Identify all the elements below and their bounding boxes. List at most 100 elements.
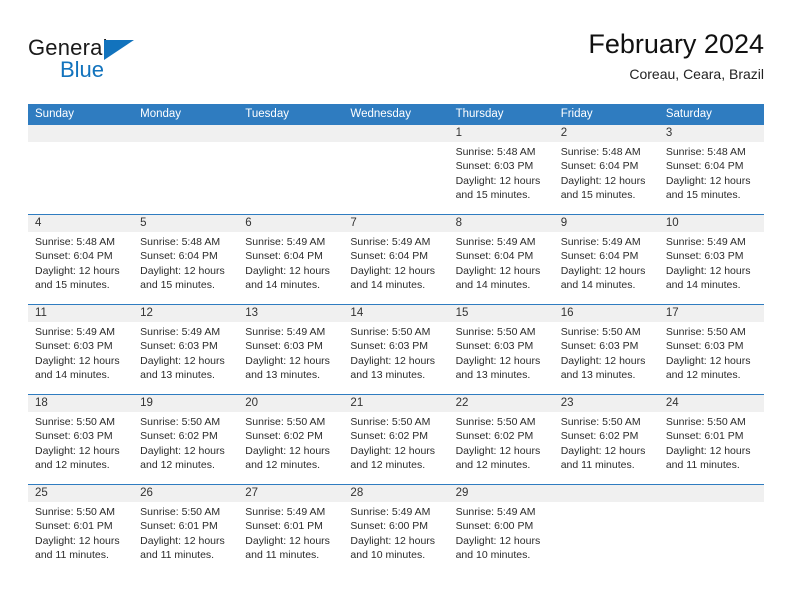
sunset-time: Sunset: 6:03 PM: [455, 160, 534, 173]
day-number: 15: [448, 305, 554, 322]
calendar-day-cell[interactable]: 15 Sunrise: 5:50 AM Sunset: 6:03 PM Dayligh…: [448, 305, 554, 394]
sunset-time: Sunset: 6:04 PM: [455, 250, 534, 263]
daylight-duration-line2: and 10 minutes.: [350, 548, 426, 561]
calendar-day-cell[interactable]: 20 Sunrise: 5:50 AM Sunset: 6:02 PM Dayligh…: [238, 395, 344, 484]
day-number: 27: [238, 485, 344, 502]
daylight-duration-line2: and 12 minutes.: [140, 458, 215, 471]
sunrise-time: Sunrise: 5:50 AM: [665, 326, 746, 338]
calendar-day-cell[interactable]: 8 Sunrise: 5:49 AM Sunset: 6:04 PM Daylight…: [448, 215, 554, 304]
calendar-day-cell[interactable]: 18 Sunrise: 5:50 AM Sunset: 6:03 PM Dayligh…: [28, 395, 134, 484]
calendar-day-cell[interactable]: 14 Sunrise: 5:50 AM Sunset: 6:03 PM Dayligh…: [343, 305, 449, 394]
daylight-duration-line1: Daylight: 12 hours: [245, 534, 330, 547]
page-title: February 2024: [588, 29, 764, 59]
daylight-duration-line1: Daylight: 12 hours: [140, 264, 225, 277]
day-number: 29: [448, 485, 554, 502]
day-number: [133, 125, 239, 142]
calendar-day-cell[interactable]: 16 Sunrise: 5:50 AM Sunset: 6:03 PM Dayligh…: [553, 305, 659, 394]
calendar-day-cell[interactable]: 11 Sunrise: 5:49 AM Sunset: 6:03 PM Dayligh…: [28, 305, 134, 394]
calendar-day-cell[interactable]: 25 Sunrise: 5:50 AM Sunset: 6:01 PM Dayligh…: [28, 485, 134, 574]
daylight-duration-line2: and 14 minutes.: [665, 278, 741, 291]
day-number: 4: [28, 215, 134, 232]
sunset-time: Sunset: 6:04 PM: [665, 160, 744, 173]
sunset-time: Sunset: 6:01 PM: [245, 520, 323, 533]
daylight-duration-line1: Daylight: 12 hours: [350, 444, 436, 457]
sunset-time: Sunset: 6:03 PM: [245, 340, 323, 353]
daylight-duration-line2: and 13 minutes.: [560, 368, 636, 381]
calendar-day-cell[interactable]: 13 Sunrise: 5:49 AM Sunset: 6:03 PM Dayligh…: [238, 305, 344, 394]
daylight-duration-line1: Daylight: 12 hours: [665, 444, 751, 457]
weekday-header-wednesday: Wednesday: [350, 108, 411, 120]
calendar-week-row: 1 Sunrise: 5:48 AM Sunset: 6:03 PM Daylight…: [28, 125, 764, 214]
day-number: [343, 125, 449, 142]
day-number: 28: [343, 485, 449, 502]
day-sun-info: Sunrise: 5:49 AM Sunset: 6:03 PM Daylight:…: [238, 322, 343, 382]
sunset-time: Sunset: 6:02 PM: [140, 430, 218, 443]
day-sun-info: Sunrise: 5:50 AM Sunset: 6:03 PM Daylight:…: [343, 322, 448, 382]
day-number: 23: [553, 395, 659, 412]
calendar-day-cell[interactable]: 24 Sunrise: 5:50 AM Sunset: 6:01 PM Dayligh…: [658, 395, 764, 484]
calendar-day-cell[interactable]: 4 Sunrise: 5:48 AM Sunset: 6:04 PM Daylight…: [28, 215, 134, 304]
day-sun-info: Sunrise: 5:50 AM Sunset: 6:03 PM Daylight:…: [554, 322, 659, 382]
sunset-time: Sunset: 6:00 PM: [350, 520, 429, 533]
calendar-day-cell[interactable]: 12 Sunrise: 5:49 AM Sunset: 6:03 PM Dayligh…: [133, 305, 239, 394]
calendar-day-cell[interactable]: 22 Sunrise: 5:50 AM Sunset: 6:02 PM Dayligh…: [448, 395, 554, 484]
sunrise-time: Sunrise: 5:48 AM: [140, 236, 221, 248]
calendar-day-cell[interactable]: 5 Sunrise: 5:48 AM Sunset: 6:04 PM Daylight…: [133, 215, 239, 304]
daylight-duration-line2: and 12 minutes.: [665, 368, 741, 381]
weekday-header-monday: Monday: [140, 108, 182, 120]
sunrise-time: Sunrise: 5:50 AM: [455, 416, 536, 428]
day-sun-info: Sunrise: 5:48 AM Sunset: 6:04 PM Daylight:…: [659, 142, 764, 202]
daylight-duration-line2: and 12 minutes.: [35, 458, 110, 471]
daylight-duration-line1: Daylight: 12 hours: [455, 264, 541, 277]
sunrise-time: Sunrise: 5:49 AM: [665, 236, 746, 248]
calendar-day-cell[interactable]: 28 Sunrise: 5:49 AM Sunset: 6:00 PM Dayligh…: [343, 485, 449, 574]
daylight-duration-line2: and 11 minutes.: [665, 458, 740, 471]
calendar-day-cell[interactable]: 21 Sunrise: 5:50 AM Sunset: 6:02 PM Dayligh…: [343, 395, 449, 484]
weekday-header-saturday: Saturday: [665, 108, 712, 120]
sunrise-time: Sunrise: 5:49 AM: [140, 326, 221, 338]
daylight-duration-line2: and 14 minutes.: [245, 278, 320, 291]
day-number: 19: [133, 395, 239, 412]
sunset-time: Sunset: 6:04 PM: [35, 250, 113, 263]
day-number: [658, 485, 764, 502]
daylight-duration-line2: and 14 minutes.: [35, 368, 110, 381]
calendar-day-cell[interactable]: 10 Sunrise: 5:49 AM Sunset: 6:03 PM Dayligh…: [658, 215, 764, 304]
calendar-day-cell[interactable]: 19 Sunrise: 5:50 AM Sunset: 6:02 PM Dayligh…: [133, 395, 239, 484]
day-sun-info: Sunrise: 5:49 AM Sunset: 6:04 PM Daylight:…: [449, 232, 554, 292]
daylight-duration-line1: Daylight: 12 hours: [665, 264, 751, 277]
day-number: 20: [238, 395, 344, 412]
daylight-duration-line1: Daylight: 12 hours: [35, 534, 120, 547]
calendar-day-cell[interactable]: 9 Sunrise: 5:49 AM Sunset: 6:04 PM Daylight…: [553, 215, 659, 304]
day-number: 22: [448, 395, 554, 412]
calendar-day-cell[interactable]: 2 Sunrise: 5:48 AM Sunset: 6:04 PM Daylight…: [553, 125, 659, 214]
day-sun-info: Sunrise: 5:49 AM Sunset: 6:03 PM Daylight:…: [133, 322, 238, 382]
logo-text-blue: Blue: [60, 57, 105, 82]
day-sun-info: Sunrise: 5:50 AM Sunset: 6:03 PM Daylight:…: [449, 322, 554, 382]
sunset-time: Sunset: 6:00 PM: [455, 520, 534, 533]
day-number: 8: [448, 215, 554, 232]
calendar-day-cell[interactable]: 23 Sunrise: 5:50 AM Sunset: 6:02 PM Dayligh…: [553, 395, 659, 484]
day-sun-info: Sunrise: 5:49 AM Sunset: 6:03 PM Daylight:…: [28, 322, 133, 382]
day-number: 6: [238, 215, 344, 232]
day-sun-info: Sunrise: 5:50 AM Sunset: 6:02 PM Daylight:…: [554, 412, 659, 472]
calendar-day-cell-empty: [553, 485, 659, 574]
day-number: [238, 125, 344, 142]
daylight-duration-line2: and 15 minutes.: [665, 188, 741, 201]
daylight-duration-line1: Daylight: 12 hours: [245, 354, 330, 367]
sunrise-time: Sunrise: 5:50 AM: [350, 416, 431, 428]
calendar-day-cell[interactable]: 29 Sunrise: 5:49 AM Sunset: 6:00 PM Dayligh…: [448, 485, 554, 574]
calendar-day-cell[interactable]: 26 Sunrise: 5:50 AM Sunset: 6:01 PM Dayligh…: [133, 485, 239, 574]
sunrise-time: Sunrise: 5:49 AM: [455, 506, 536, 518]
sunrise-time: Sunrise: 5:48 AM: [560, 146, 641, 158]
calendar-day-cell[interactable]: 7 Sunrise: 5:49 AM Sunset: 6:04 PM Daylight…: [343, 215, 449, 304]
calendar-day-cell-empty: [238, 125, 344, 214]
sunset-time: Sunset: 6:04 PM: [350, 250, 429, 263]
daylight-duration-line1: Daylight: 12 hours: [560, 444, 646, 457]
sunrise-time: Sunrise: 5:49 AM: [455, 236, 536, 248]
general-blue-logo[interactable]: General Blue: [28, 36, 158, 90]
calendar-day-cell[interactable]: 3 Sunrise: 5:48 AM Sunset: 6:04 PM Daylight…: [658, 125, 764, 214]
calendar-day-cell[interactable]: 6 Sunrise: 5:49 AM Sunset: 6:04 PM Daylight…: [238, 215, 344, 304]
calendar-day-cell[interactable]: 17 Sunrise: 5:50 AM Sunset: 6:03 PM Dayligh…: [658, 305, 764, 394]
calendar-day-cell[interactable]: 27 Sunrise: 5:49 AM Sunset: 6:01 PM Dayligh…: [238, 485, 344, 574]
calendar-day-cell[interactable]: 1 Sunrise: 5:48 AM Sunset: 6:03 PM Daylight…: [448, 125, 554, 214]
